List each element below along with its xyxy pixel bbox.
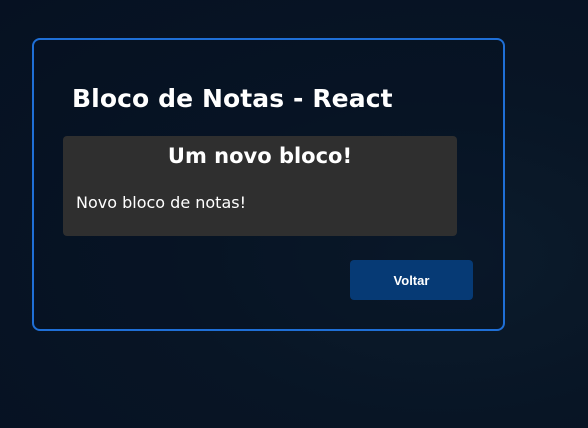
notepad-card: Bloco de Notas - React Um novo bloco! No… (32, 38, 505, 331)
back-button[interactable]: Voltar (350, 260, 473, 300)
note-block: Um novo bloco! Novo bloco de notas! (63, 136, 457, 236)
note-body: Novo bloco de notas! (76, 193, 247, 212)
note-title: Um novo bloco! (167, 144, 353, 168)
page-title: Bloco de Notas - React (72, 84, 393, 113)
